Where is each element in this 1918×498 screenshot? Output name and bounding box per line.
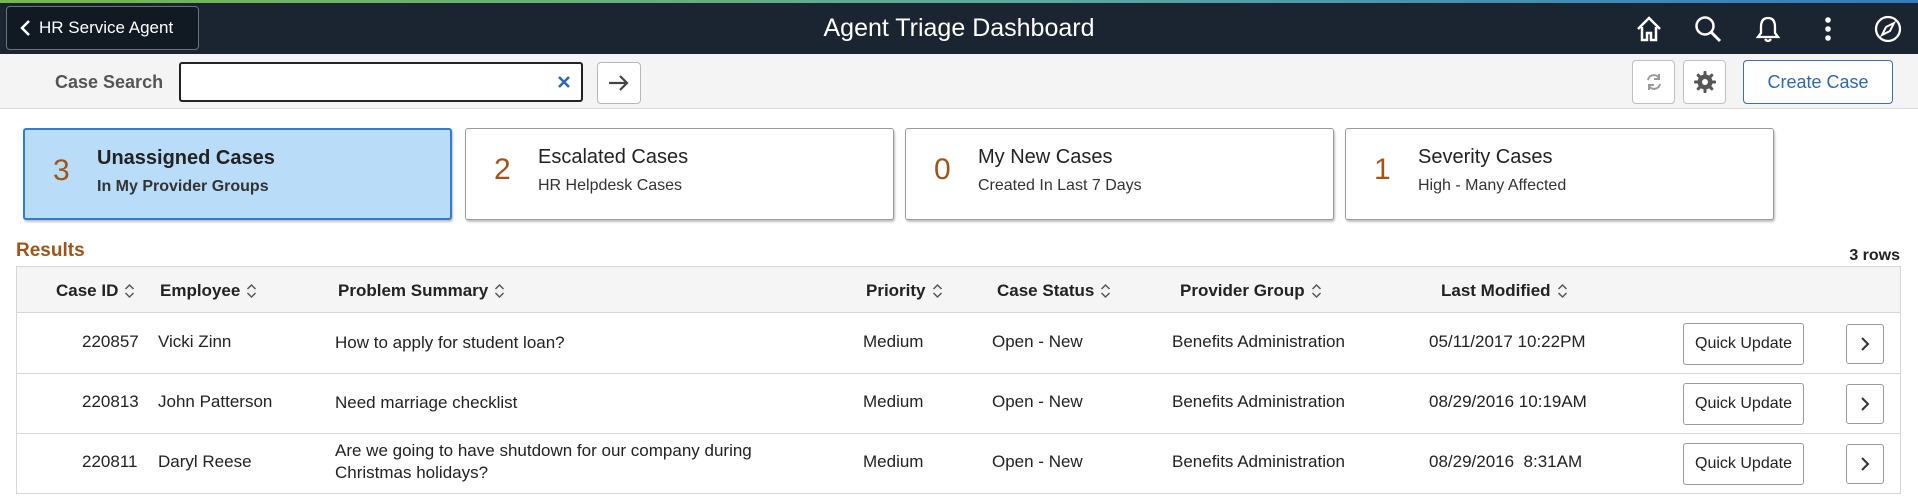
cell-case-status: Open - New <box>992 452 1083 471</box>
cell-case-id: 220811 <box>82 452 138 471</box>
cell-case-status: Open - New <box>992 332 1083 351</box>
column-header-problem-summary[interactable]: Problem Summary <box>338 281 505 301</box>
page-title: Agent Triage Dashboard <box>823 14 1095 42</box>
cell-case-status: Open - New <box>992 392 1083 411</box>
table-row[interactable]: 220813 John Patterson Need marriage chec… <box>17 374 1900 434</box>
cell-case-id: 220813 <box>82 392 139 411</box>
cell-last-modified: 08/29/2016 10:19AM <box>1429 392 1587 411</box>
cell-priority: Medium <box>863 392 924 411</box>
sort-icon <box>932 283 942 299</box>
tile-count: 3 <box>53 154 70 187</box>
quick-update-button[interactable]: Quick Update <box>1683 383 1804 425</box>
row-count: 3 rows <box>1849 247 1900 264</box>
cell-priority: Medium <box>863 332 924 351</box>
refresh-button[interactable] <box>1632 60 1675 104</box>
case-search-field <box>179 62 583 102</box>
tile-my-new-cases[interactable]: 0 My New Cases Created In Last 7 Days <box>905 128 1334 220</box>
cell-provider-group: Benefits Administration <box>1172 332 1345 351</box>
navbar-compass-icon[interactable] <box>1871 12 1905 46</box>
tile-title: Unassigned Cases <box>97 147 275 169</box>
cell-provider-group: Benefits Administration <box>1172 452 1345 471</box>
kebab-menu-icon[interactable] <box>1811 12 1845 46</box>
tile-escalated-cases[interactable]: 2 Escalated Cases HR Helpdesk Cases <box>465 128 894 220</box>
create-case-button[interactable]: Create Case <box>1743 60 1893 104</box>
case-search-bar: Case Search Create Case <box>0 54 1918 109</box>
tile-severity-cases[interactable]: 1 Severity Cases High - Many Affected <box>1345 128 1774 220</box>
cell-provider-group: Benefits Administration <box>1172 392 1345 411</box>
grid-header: Case ID Employee Problem Summary Priorit… <box>17 267 1900 313</box>
column-header-case-status[interactable]: Case Status <box>997 281 1111 301</box>
cell-problem-summary: How to apply for student loan? <box>335 333 565 352</box>
sort-icon <box>247 283 257 299</box>
quick-update-button[interactable]: Quick Update <box>1683 443 1804 485</box>
cell-priority: Medium <box>863 452 924 471</box>
cell-last-modified: 05/11/2017 10:22PM <box>1429 332 1586 351</box>
chevron-right-icon <box>1861 397 1870 411</box>
arrow-right-icon <box>609 75 629 91</box>
case-search-label: Case Search <box>55 72 164 92</box>
search-icon[interactable] <box>1691 12 1725 46</box>
gear-icon <box>1693 71 1716 93</box>
quick-update-button[interactable]: Quick Update <box>1683 323 1804 365</box>
row-detail-button[interactable] <box>1846 384 1884 424</box>
tile-title: Escalated Cases <box>538 146 689 168</box>
cell-employee: Vicki Zinn <box>158 332 232 351</box>
tile-subtitle: High - Many Affected <box>1418 177 1567 194</box>
chevron-right-icon <box>1861 457 1870 471</box>
home-icon[interactable] <box>1632 12 1666 46</box>
tile-count: 2 <box>494 153 511 186</box>
settings-button[interactable] <box>1683 60 1726 104</box>
cell-employee: John Patterson <box>158 392 273 411</box>
refresh-icon <box>1646 74 1661 90</box>
sort-icon <box>1557 283 1567 299</box>
tile-count: 1 <box>1374 153 1391 186</box>
bell-icon[interactable] <box>1751 12 1785 46</box>
chevron-right-icon <box>1861 337 1870 351</box>
column-header-employee[interactable]: Employee <box>160 281 257 301</box>
back-button[interactable]: HR Service Agent <box>6 6 199 50</box>
table-row[interactable]: 220857 Vicki Zinn How to apply for stude… <box>17 314 1900 374</box>
tile-unassigned-cases[interactable]: 3 Unassigned Cases In My Provider Groups <box>23 128 452 220</box>
column-header-case-id[interactable]: Case ID <box>56 281 135 301</box>
cell-last-modified: 08/29/2016 8:31AM <box>1429 452 1583 471</box>
tile-title: My New Cases <box>978 146 1113 168</box>
results-title: Results <box>16 240 85 261</box>
cell-problem-summary: Are we going to have shutdown for our co… <box>335 441 752 482</box>
tile-title: Severity Cases <box>1418 146 1553 168</box>
sort-icon <box>495 283 505 299</box>
cell-case-id: 220857 <box>82 332 139 351</box>
tile-count: 0 <box>934 153 951 186</box>
tile-subtitle: In My Provider Groups <box>97 178 269 195</box>
column-header-last-modified[interactable]: Last Modified <box>1441 281 1568 301</box>
row-detail-button[interactable] <box>1846 324 1884 364</box>
app-header: HR Service Agent Agent Triage Dashboard <box>0 3 1918 54</box>
table-row[interactable]: 220811 Daryl Reese Are we going to have … <box>17 434 1900 494</box>
search-go-button[interactable] <box>597 62 641 104</box>
tile-subtitle: HR Helpdesk Cases <box>538 177 683 194</box>
column-header-provider-group[interactable]: Provider Group <box>1180 281 1322 301</box>
sort-icon <box>1101 283 1111 299</box>
back-button-label: HR Service Agent <box>39 18 174 37</box>
sort-icon <box>1311 283 1321 299</box>
cell-problem-summary: Need marriage checklist <box>335 393 518 412</box>
chevron-left-icon <box>20 20 30 36</box>
results-grid: Case ID Employee Problem Summary Priorit… <box>16 266 1901 494</box>
column-header-priority[interactable]: Priority <box>866 281 943 301</box>
clear-icon[interactable] <box>553 71 575 93</box>
row-detail-button[interactable] <box>1846 444 1884 484</box>
cell-employee: Daryl Reese <box>158 452 252 471</box>
case-search-input[interactable] <box>187 68 547 96</box>
tile-subtitle: Created In Last 7 Days <box>978 177 1142 194</box>
sort-icon <box>125 283 135 299</box>
